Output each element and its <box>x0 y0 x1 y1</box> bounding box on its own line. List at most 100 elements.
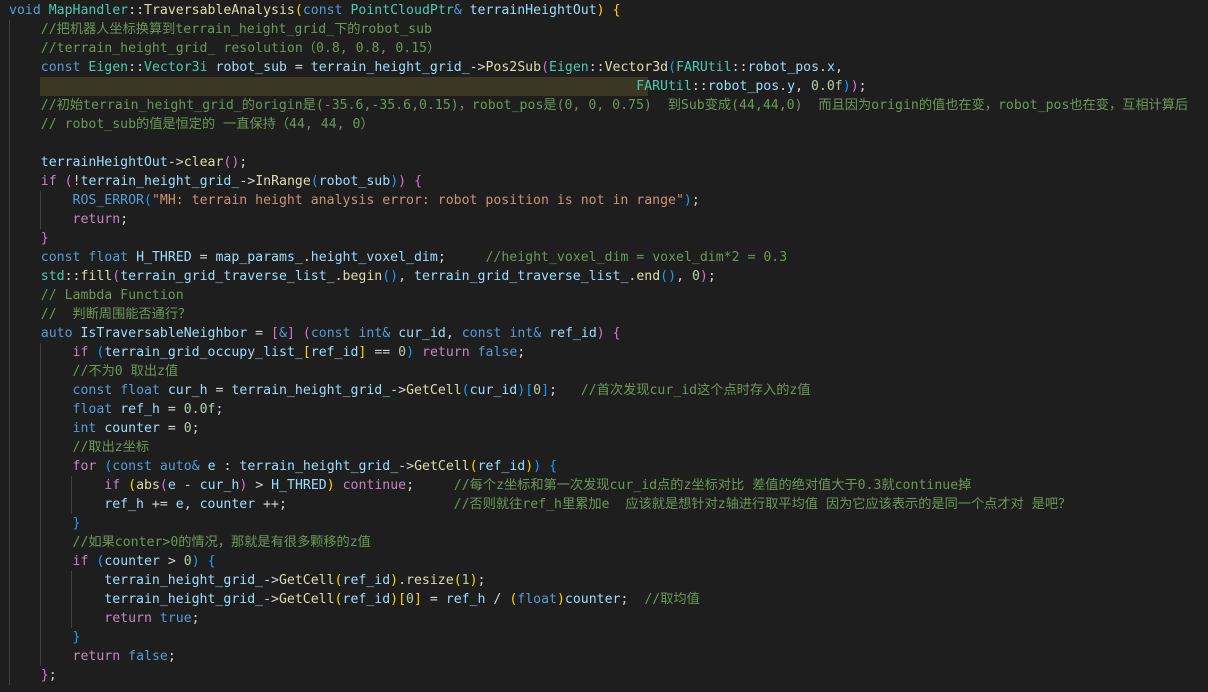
code-line[interactable]: if (abs(e - cur_h) > H_THRED) continue; … <box>0 476 1208 495</box>
code-token: () <box>382 269 399 284</box>
code-token: ) <box>398 174 407 189</box>
code-token: ; <box>477 573 486 588</box>
code-token: [ <box>398 592 407 607</box>
code-line[interactable]: FARUtil::robot_pos.y, 0.0f)); <box>0 77 1208 96</box>
code-line[interactable] <box>0 134 1208 153</box>
code-line[interactable]: return; <box>0 210 1208 229</box>
code-line[interactable]: return true; <box>0 609 1208 628</box>
code-token: = <box>191 250 216 265</box>
code-line[interactable]: } <box>0 514 1208 533</box>
code-token: height_voxel_dim <box>310 250 438 265</box>
code-token: PointCloudPtr <box>350 3 454 18</box>
code-token: int <box>509 326 534 341</box>
code-line[interactable]: void MapHandler::TraversableAnalysis(con… <box>0 1 1208 20</box>
code-text: } <box>9 630 81 645</box>
code-token: counter <box>199 497 256 512</box>
code-token: if <box>104 478 121 493</box>
code-token: , <box>398 269 415 284</box>
code-token: [ <box>525 383 534 398</box>
code-line[interactable]: } <box>0 229 1208 248</box>
code-line[interactable]: //取出z坐标 <box>0 438 1208 457</box>
code-token: false <box>128 649 168 664</box>
code-token: void <box>9 3 41 18</box>
code-line[interactable]: }; <box>0 666 1208 685</box>
code-token: float <box>120 383 160 398</box>
code-token: & <box>191 459 200 474</box>
code-line[interactable]: if (terrain_grid_occupy_list_[ref_id] ==… <box>0 343 1208 362</box>
code-token: : <box>215 459 240 474</box>
code-token: resize <box>406 573 454 588</box>
code-line[interactable]: for (const auto& e : terrain_height_grid… <box>0 457 1208 476</box>
code-line[interactable]: // robot_sub的值是恒定的 一直保持（44, 44, 0） <box>0 115 1208 134</box>
code-line[interactable]: terrain_height_grid_->GetCell(ref_id)[0]… <box>0 590 1208 609</box>
code-token: { <box>207 554 216 569</box>
code-text: //取出z坐标 <box>9 440 150 455</box>
code-token: terrain_grid_traverse_list_ <box>120 269 335 284</box>
code-token: ) <box>326 478 335 493</box>
code-token: FARUtil <box>636 79 692 94</box>
code-token: -> <box>390 383 407 398</box>
code-line[interactable]: terrain_height_grid_->GetCell(ref_id).re… <box>0 571 1208 590</box>
code-line[interactable]: terrainHeightOut->clear(); <box>0 153 1208 172</box>
code-editor[interactable]: void MapHandler::TraversableAnalysis(con… <box>0 0 1208 692</box>
code-text: // 判断周围能否通行？ <box>9 307 191 322</box>
code-token: continue <box>342 478 407 493</box>
code-line[interactable]: // 判断周围能否通行？ <box>0 305 1208 324</box>
code-line[interactable]: int counter = 0; <box>0 419 1208 438</box>
code-line[interactable]: float ref_h = 0.0f; <box>0 400 1208 419</box>
code-line[interactable]: if (counter > 0) { <box>0 552 1208 571</box>
code-line[interactable]: //如果conter>0的情况，那就是有很多颗移的z值 <box>0 533 1208 552</box>
code-token: ref_h <box>120 402 160 417</box>
code-token: ; <box>191 421 200 436</box>
code-line[interactable]: ROS_ERROR("MH: terrain height analysis e… <box>0 191 1208 210</box>
code-line[interactable]: //把机器人坐标换算到terrain_height_grid_下的robot_s… <box>0 20 1208 39</box>
code-line[interactable]: const float H_THRED = map_params_.height… <box>0 248 1208 267</box>
code-line[interactable]: //terrain_height_grid_ resolution（0.8, 0… <box>0 39 1208 58</box>
code-token: int <box>358 326 383 341</box>
code-token: { <box>414 174 423 189</box>
code-text: const float cur_h = terrain_height_grid_… <box>9 383 811 398</box>
code-token: cur_h <box>199 478 240 493</box>
code-token: += <box>143 497 176 512</box>
code-line[interactable]: ref_h += e, counter ++; //否则就往ref_h里累加e … <box>0 495 1208 514</box>
code-token: = <box>159 402 184 417</box>
code-token: H_THRED <box>136 250 192 265</box>
code-line[interactable]: } <box>0 628 1208 647</box>
code-token: const <box>302 3 343 18</box>
code-token: ref_id <box>342 573 391 588</box>
code-token: ) <box>699 269 708 284</box>
code-line[interactable]: //不为0 取出z值 <box>0 362 1208 381</box>
code-line[interactable]: return false; <box>0 647 1208 666</box>
code-token: { <box>612 3 621 18</box>
code-token: ] <box>541 383 550 398</box>
code-line[interactable]: // Lambda Function <box>0 286 1208 305</box>
code-token: begin <box>342 269 383 284</box>
code-token: std <box>40 269 65 284</box>
code-token: ref_id <box>310 345 359 360</box>
code-token: } <box>72 516 81 531</box>
code-text: int counter = 0; <box>9 421 200 436</box>
code-token: , <box>183 497 200 512</box>
code-line[interactable]: if (!terrain_height_grid_->InRange(robot… <box>0 172 1208 191</box>
code-token: //terrain_height_grid_ resolution（0.8, 0… <box>40 41 441 56</box>
code-line[interactable]: std::fill(terrain_grid_traverse_list_.be… <box>0 267 1208 286</box>
code-text: //初始terrain_height_grid_的origin是(-35.6,-… <box>9 98 1188 113</box>
code-line[interactable]: const float cur_h = terrain_height_grid_… <box>0 381 1208 400</box>
code-token: { <box>612 326 621 341</box>
code-line[interactable]: auto IsTraversableNeighbor = [&] (const … <box>0 324 1208 343</box>
code-line[interactable]: //初始terrain_height_grid_的origin是(-35.6,-… <box>0 96 1208 115</box>
code-text: ROS_ERROR("MH: terrain height analysis e… <box>9 193 700 208</box>
code-token: const <box>310 326 351 341</box>
code-line[interactable]: const Eigen::Vector3i robot_sub = terrai… <box>0 58 1208 77</box>
code-token: terrain_height_grid_ <box>231 383 391 398</box>
code-token: clear <box>183 155 224 170</box>
code-token: ] <box>414 592 422 607</box>
code-token: ; <box>191 611 200 626</box>
